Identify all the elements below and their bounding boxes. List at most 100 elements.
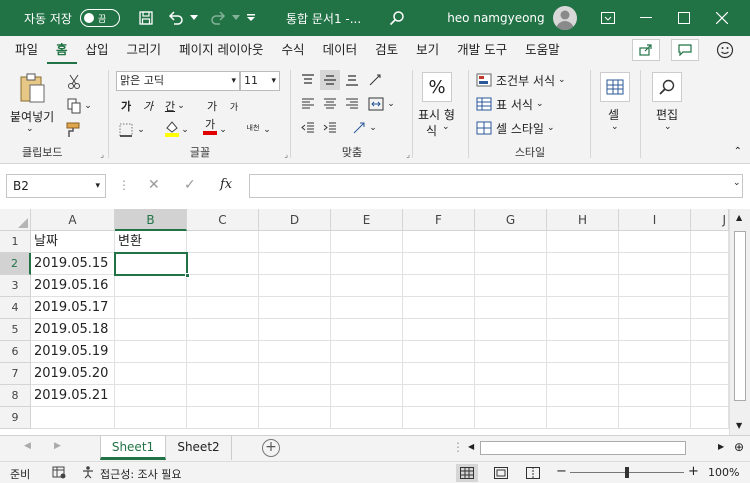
minimize-button[interactable]	[627, 0, 665, 36]
cell-f8[interactable]	[403, 385, 475, 407]
alignment-launcher-icon[interactable]: ⌟	[406, 150, 410, 159]
undo-icon[interactable]	[164, 6, 188, 30]
cell-h6[interactable]	[547, 341, 619, 363]
tab-page-layout[interactable]: 페이지 레이아웃	[170, 36, 272, 64]
add-sheet-button[interactable]: +	[262, 439, 280, 457]
editing-dropdown-icon[interactable]: ⌄	[664, 122, 672, 132]
cell-i2[interactable]	[619, 253, 691, 275]
font-launcher-icon[interactable]: ⌟	[284, 150, 288, 159]
cell-d7[interactable]	[259, 363, 331, 385]
cell-g1[interactable]	[475, 231, 547, 253]
find-icon[interactable]	[652, 72, 682, 102]
share-icon[interactable]	[632, 39, 660, 61]
cells-dropdown-icon[interactable]: ⌄	[611, 122, 619, 132]
normal-view-icon[interactable]	[456, 464, 478, 482]
vertical-scrollbar[interactable]: ▲ ▼	[729, 209, 750, 435]
cell-a7[interactable]: 2019.05.20	[31, 363, 115, 385]
maximize-button[interactable]	[665, 0, 703, 36]
tab-view[interactable]: 보기	[407, 36, 448, 64]
cell-e8[interactable]	[331, 385, 403, 407]
row-header-5[interactable]: 5	[0, 319, 31, 341]
ribbon-display-icon[interactable]	[589, 0, 627, 36]
cell-j1[interactable]	[691, 231, 729, 253]
insert-function-icon[interactable]: fx	[220, 177, 232, 192]
scroll-down-icon[interactable]: ▼	[736, 421, 742, 430]
cell-e7[interactable]	[331, 363, 403, 385]
scroll-right-icon[interactable]: ▶	[718, 442, 724, 451]
scroll-up-icon[interactable]: ▲	[736, 213, 742, 222]
sheet-tab-sheet1[interactable]: Sheet1	[100, 436, 166, 460]
prev-sheet-icon[interactable]: ◀	[24, 441, 31, 451]
cell-j2[interactable]	[691, 253, 729, 275]
comments-icon[interactable]	[671, 39, 699, 61]
tab-file[interactable]: 파일	[6, 36, 47, 64]
cell-h7[interactable]	[547, 363, 619, 385]
cell-c7[interactable]	[187, 363, 259, 385]
cell-styles-button[interactable]: 셀 스타일 ⌄	[476, 118, 555, 138]
align-right-icon[interactable]	[342, 94, 362, 114]
column-header-h[interactable]: H	[547, 209, 619, 231]
copy-dropdown-icon[interactable]: ⌄	[82, 96, 94, 116]
cell-e1[interactable]	[331, 231, 403, 253]
cell-e3[interactable]	[331, 275, 403, 297]
phonetic-dropdown-icon[interactable]: ⌄	[262, 120, 272, 140]
cell-i4[interactable]	[619, 297, 691, 319]
cell-h9[interactable]	[547, 407, 619, 429]
tab-data[interactable]: 데이터	[314, 36, 367, 64]
tab-insert[interactable]: 삽입	[77, 36, 118, 64]
save-icon[interactable]	[134, 6, 158, 30]
cell-b1[interactable]: 변환	[115, 231, 187, 253]
cell-d8[interactable]	[259, 385, 331, 407]
merge-center-icon[interactable]	[366, 94, 386, 114]
cell-a3[interactable]: 2019.05.16	[31, 275, 115, 297]
horizontal-scroll-thumb[interactable]	[480, 441, 686, 455]
collapse-ribbon-icon[interactable]: ⌃	[734, 146, 742, 157]
paste-button[interactable]: 붙여넣기 ⌄	[8, 72, 58, 134]
formula-input[interactable]	[249, 174, 743, 198]
clipboard-launcher-icon[interactable]: ⌟	[100, 150, 104, 159]
tab-split-icon[interactable]: ⋮	[452, 440, 464, 454]
avatar[interactable]	[552, 6, 577, 30]
number-format-dropdown-icon[interactable]: ⌄	[442, 122, 450, 132]
decrease-indent-icon[interactable]	[298, 118, 318, 138]
align-left-icon[interactable]	[298, 94, 318, 114]
cell-g2[interactable]	[475, 253, 547, 275]
cell-g7[interactable]	[475, 363, 547, 385]
cell-g5[interactable]	[475, 319, 547, 341]
cells-label[interactable]: 셀	[608, 106, 619, 123]
expand-formula-icon[interactable]: ⌄	[733, 178, 741, 188]
row-header-3[interactable]: 3	[0, 275, 31, 297]
cell-j4[interactable]	[691, 297, 729, 319]
feedback-smiley-icon[interactable]	[714, 39, 736, 61]
cell-c5[interactable]	[187, 319, 259, 341]
column-header-c[interactable]: C	[187, 209, 259, 231]
cell-i9[interactable]	[619, 407, 691, 429]
cell-g8[interactable]	[475, 385, 547, 407]
tab-help[interactable]: 도움말	[516, 36, 569, 64]
borders-dropdown-icon[interactable]: ⌄	[136, 120, 146, 140]
vertical-scroll-thumb[interactable]	[734, 231, 746, 401]
zoom-in-icon[interactable]: +	[688, 464, 699, 479]
cell-f3[interactable]	[403, 275, 475, 297]
align-top-icon[interactable]	[298, 70, 318, 90]
page-layout-view-icon[interactable]	[490, 464, 512, 482]
cell-g3[interactable]	[475, 275, 547, 297]
tab-home[interactable]: 홈	[47, 36, 77, 64]
cell-g9[interactable]	[475, 407, 547, 429]
cell-f9[interactable]	[403, 407, 475, 429]
select-all-corner[interactable]	[0, 209, 31, 231]
cell-f2[interactable]	[403, 253, 475, 275]
borders-icon[interactable]	[116, 120, 136, 140]
zoom-out-icon[interactable]: −	[556, 464, 567, 479]
cell-j5[interactable]	[691, 319, 729, 341]
redo-icon[interactable]	[206, 6, 230, 30]
search-icon[interactable]	[385, 6, 409, 30]
cell-d4[interactable]	[259, 297, 331, 319]
cell-i7[interactable]	[619, 363, 691, 385]
cell-e6[interactable]	[331, 341, 403, 363]
cell-c4[interactable]	[187, 297, 259, 319]
row-header-4[interactable]: 4	[0, 297, 31, 319]
font-color-button[interactable]: 가	[200, 116, 220, 136]
font-name-select[interactable]: 맑은 고딕 ▾	[116, 71, 240, 91]
bold-button[interactable]: 가	[116, 96, 136, 116]
